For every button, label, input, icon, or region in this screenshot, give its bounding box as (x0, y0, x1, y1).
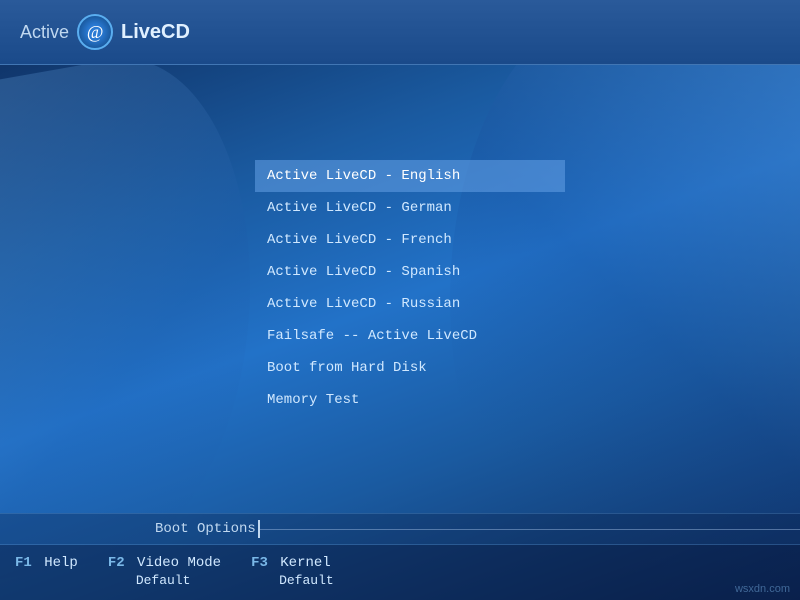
logo-container: Active @ LiveCD (20, 14, 190, 50)
menu-item-memtest[interactable]: Memory Test (255, 384, 565, 416)
function-keys-bar: F1 Help F2 Video Mode Default F3 Kernel … (0, 545, 800, 600)
menu-item-spanish[interactable]: Active LiveCD - Spanish (255, 256, 565, 288)
f3-key[interactable]: F3 (251, 555, 268, 571)
fkey-group-f3: F3 Kernel Default (251, 555, 334, 588)
boot-options-line (260, 529, 800, 530)
f1-label: Help (36, 555, 78, 571)
logo-icon: @ (77, 14, 113, 50)
menu-item-english[interactable]: Active LiveCD - English (255, 160, 565, 192)
logo-text-livecd: LiveCD (121, 21, 190, 44)
menu-item-french[interactable]: Active LiveCD - French (255, 224, 565, 256)
f3-label: Kernel (272, 555, 331, 571)
f2-default: Default (108, 573, 191, 588)
fkey-group-f1: F1 Help (15, 555, 78, 571)
fkey-group-f2: F2 Video Mode Default (108, 555, 221, 588)
boot-options-label[interactable]: Boot Options (155, 521, 256, 537)
boot-options-bar: Boot Options (0, 513, 800, 545)
f2-label: Video Mode (129, 555, 221, 571)
boot-menu: Active LiveCD - English Active LiveCD - … (255, 160, 565, 416)
f1-key[interactable]: F1 (15, 555, 32, 571)
logo-text-active: Active (20, 22, 69, 43)
menu-item-german[interactable]: Active LiveCD - German (255, 192, 565, 224)
header-bar: Active @ LiveCD (0, 0, 800, 65)
menu-item-failsafe[interactable]: Failsafe -- Active LiveCD (255, 320, 565, 352)
fkey-f1-row: F1 Help (15, 555, 78, 571)
watermark: wsxdn.com (735, 583, 790, 595)
menu-item-russian[interactable]: Active LiveCD - Russian (255, 288, 565, 320)
fkey-f3-row: F3 Kernel (251, 555, 331, 571)
menu-item-harddisk[interactable]: Boot from Hard Disk (255, 352, 565, 384)
logo-at-symbol: @ (87, 22, 104, 43)
bottom-section: Boot Options F1 Help F2 Video Mode Defau… (0, 513, 800, 600)
f3-default: Default (251, 573, 334, 588)
fkey-f2-row: F2 Video Mode (108, 555, 221, 571)
f2-key[interactable]: F2 (108, 555, 125, 571)
